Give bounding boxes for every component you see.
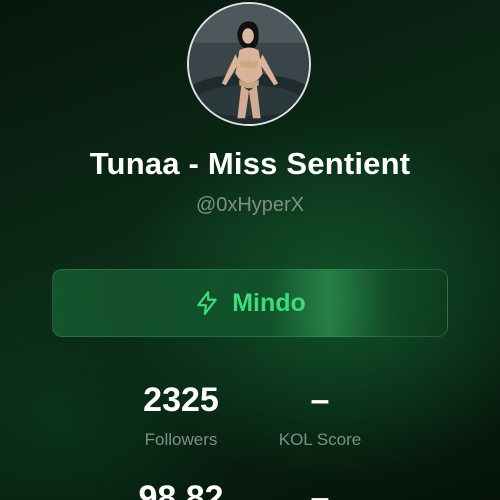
avatar-photo [189, 4, 309, 124]
avatar[interactable] [187, 2, 311, 126]
stat-kol-score: – KOL Score [230, 380, 410, 450]
mindo-button-label: Mindo [232, 288, 306, 317]
mindo-button[interactable]: Mindo [52, 269, 448, 337]
profile-handle[interactable]: @0xHyperX [0, 194, 500, 217]
profile-card: Tunaa - Miss Sentient @0xHyperX Mindo 23… [0, 0, 500, 500]
lightning-bolt-icon [194, 290, 220, 316]
stat-fourth: – [230, 478, 410, 500]
kol-score-label: KOL Score [278, 430, 362, 449]
fourth-stat-value: – [310, 479, 330, 500]
kol-score-value: – [310, 381, 330, 419]
profile-name: Tunaa - Miss Sentient [89, 146, 411, 181]
